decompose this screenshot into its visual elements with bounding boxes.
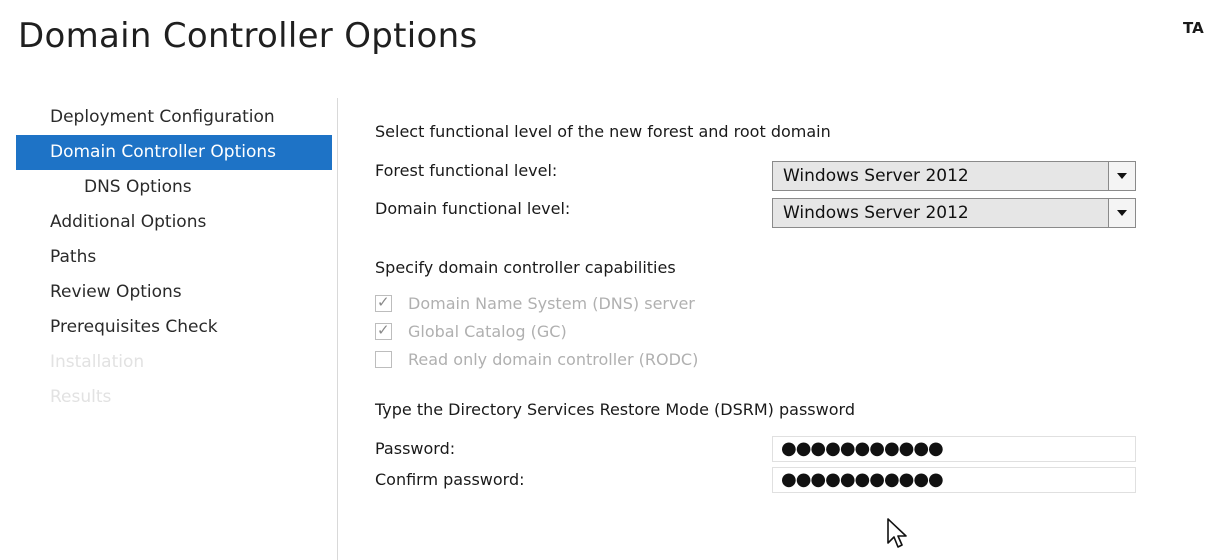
nav-item-review-options[interactable]: Review Options [16,275,332,310]
password-label: Password: [375,439,456,458]
forest-level-dropdown[interactable]: Windows Server 2012 [772,161,1136,191]
confirm-password-field[interactable]: ●●●●●●●●●●● [772,467,1136,493]
nav-item-installation: Installation [50,352,145,372]
checkmark-icon: ✓ [377,321,390,339]
rodc-label: Read only domain controller (RODC) [408,350,699,369]
page-title: Domain Controller Options [18,16,478,56]
domain-level-dropdown[interactable]: Windows Server 2012 [772,198,1136,228]
dsrm-heading: Type the Directory Services Restore Mode… [375,400,855,419]
mouse-cursor-icon [887,518,907,548]
dns-server-label: Domain Name System (DNS) server [408,294,695,313]
capabilities-heading: Specify domain controller capabilities [375,258,676,277]
nav-item-additional-options[interactable]: Additional Options [16,205,332,240]
nav-item-domain-controller-options[interactable]: Domain Controller Options [16,135,332,170]
server-badge: TA [1183,19,1204,37]
domain-level-label: Domain functional level: [375,199,571,218]
dns-server-checkbox: ✓ [375,293,392,312]
checkmark-icon: ✓ [377,293,390,311]
nav-item-deployment-configuration[interactable]: Deployment Configuration [16,100,332,135]
chevron-down-icon[interactable] [1108,162,1135,190]
chevron-down-icon[interactable] [1108,199,1135,227]
global-catalog-label: Global Catalog (GC) [408,322,567,341]
nav-item-dns-options[interactable]: DNS Options [16,170,332,205]
password-field[interactable]: ●●●●●●●●●●● [772,436,1136,462]
functional-level-heading: Select functional level of the new fores… [375,122,831,141]
nav-item-paths[interactable]: Paths [16,240,332,275]
nav-item-prerequisites-check[interactable]: Prerequisites Check [16,310,332,345]
password-value: ●●●●●●●●●●● [781,438,944,459]
forest-level-value: Windows Server 2012 [783,166,969,186]
nav-divider [337,98,338,560]
rodc-checkbox [375,351,392,368]
global-catalog-checkbox: ✓ [375,321,392,340]
domain-level-value: Windows Server 2012 [783,203,969,223]
wizard-nav: Deployment Configuration Domain Controll… [16,100,332,415]
confirm-password-label: Confirm password: [375,470,525,489]
confirm-password-value: ●●●●●●●●●●● [781,469,944,490]
nav-item-results: Results [50,387,112,407]
forest-level-label: Forest functional level: [375,161,558,180]
